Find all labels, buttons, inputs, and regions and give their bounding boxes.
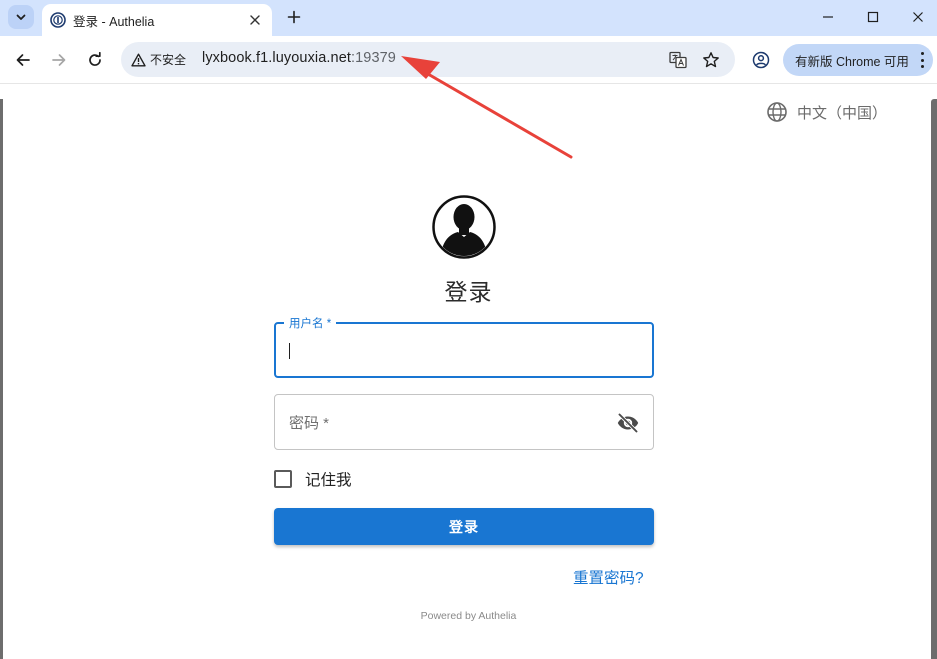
arrow-left-icon xyxy=(16,54,30,66)
password-placeholder: 密码 * xyxy=(289,415,330,432)
user-silhouette-icon xyxy=(432,195,496,259)
language-switcher[interactable]: 中文（中国） xyxy=(766,99,887,125)
warning-triangle-icon xyxy=(131,53,146,66)
star-icon xyxy=(703,52,719,68)
powered-by-footer: Powered by Authelia xyxy=(420,610,517,622)
browser-toolbar: 不安全 lyxbook.f1.luyouxia.net:19379 有新版 Ch… xyxy=(0,36,937,84)
arrow-right-icon xyxy=(52,54,66,66)
username-input[interactable] xyxy=(288,334,638,366)
globe-icon xyxy=(767,102,787,122)
remember-me[interactable]: 记住我 xyxy=(274,468,352,490)
minimize-icon xyxy=(823,16,833,18)
page-title: 登录 xyxy=(444,279,493,305)
tab-search-button[interactable] xyxy=(8,5,34,29)
new-tab-button[interactable] xyxy=(283,6,305,28)
left-window-edge xyxy=(0,99,3,659)
address-bar[interactable]: 不安全 lyxbook.f1.luyouxia.net:19379 xyxy=(121,42,735,77)
active-tab[interactable]: 登录 - Authelia xyxy=(42,4,272,36)
remember-me-label: 记住我 xyxy=(305,472,352,489)
tab-close-button[interactable] xyxy=(246,11,264,29)
username-label: 用户名 * xyxy=(284,315,337,331)
url-port: :19379 xyxy=(351,50,396,66)
back-button[interactable] xyxy=(9,46,37,74)
text-caret xyxy=(289,343,290,359)
maximize-button[interactable] xyxy=(850,0,896,34)
site-security-chip[interactable]: 不安全 xyxy=(127,47,193,72)
tab-strip: 登录 - Authelia xyxy=(0,0,937,36)
profile-button[interactable] xyxy=(749,48,773,72)
forward-button[interactable] xyxy=(45,46,73,74)
password-field[interactable]: 密码 * xyxy=(274,394,654,450)
plus-icon xyxy=(287,10,301,24)
translate-icon xyxy=(669,51,687,69)
reload-icon xyxy=(89,52,101,66)
page-scrollbar[interactable] xyxy=(931,99,937,659)
reset-password-link[interactable]: 重置密码? xyxy=(573,566,644,588)
kebab-menu-icon xyxy=(919,52,925,68)
security-label: 不安全 xyxy=(150,53,187,67)
language-label: 中文（中国） xyxy=(797,104,888,122)
close-icon xyxy=(250,15,260,25)
reload-button[interactable] xyxy=(81,46,109,74)
toggle-password-visibility-button[interactable] xyxy=(615,410,641,436)
chevron-down-icon xyxy=(16,14,26,20)
maximize-icon xyxy=(867,11,879,23)
bookmark-button[interactable] xyxy=(700,49,722,71)
close-icon xyxy=(913,12,923,22)
username-field[interactable]: 用户名 * xyxy=(274,315,654,378)
url-text[interactable]: lyxbook.f1.luyouxia.net:19379 xyxy=(202,50,396,66)
tab-title: 登录 - Authelia xyxy=(73,14,155,29)
close-window-button[interactable] xyxy=(895,0,937,34)
authelia-logo-icon xyxy=(50,12,66,28)
chrome-update-button[interactable]: 有新版 Chrome 可用 xyxy=(783,44,933,76)
login-button[interactable]: 登录 xyxy=(274,508,654,545)
url-host: lyxbook.f1.luyouxia.net xyxy=(202,50,351,66)
profile-icon xyxy=(752,51,770,69)
remember-me-checkbox[interactable] xyxy=(274,470,292,488)
eye-off-icon xyxy=(617,412,639,434)
translate-button[interactable] xyxy=(667,49,689,71)
page-viewport: 中文（中国） 登录 用户名 * 密码 * 记住我 登录 重置密码? Powere… xyxy=(0,85,937,659)
minimize-button[interactable] xyxy=(805,0,851,34)
login-button-label: 登录 xyxy=(449,518,479,535)
update-label: 有新版 Chrome 可用 xyxy=(795,54,909,69)
